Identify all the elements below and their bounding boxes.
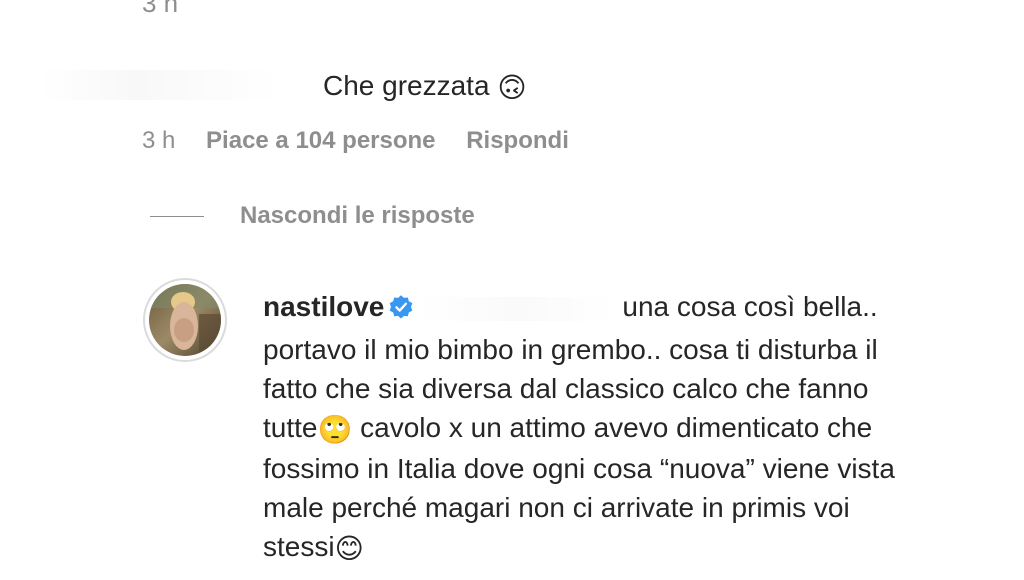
blurred-username xyxy=(40,70,280,100)
divider-line xyxy=(150,215,204,217)
blurred-mention xyxy=(420,296,617,321)
reply-line-6: male perché magari non ci arrivate in pr… xyxy=(263,492,850,524)
avatar-image xyxy=(149,284,221,356)
reply-button[interactable]: Rispondi xyxy=(466,127,569,154)
reply-text-4a: tutte xyxy=(263,412,318,443)
comment-time: 3 h xyxy=(142,127,176,154)
reply-line-3: fatto che sia diversa dal classico calco… xyxy=(263,373,869,404)
reply-line-5: fossimo in Italia dove ogni cosa “nuova”… xyxy=(263,453,895,485)
reply-username[interactable]: nastilove xyxy=(263,291,384,322)
hide-replies-button[interactable]: Nascondi le risposte xyxy=(150,202,475,230)
reply-text-4b: cavolo x un attimo avevo dimenticato che xyxy=(360,412,873,443)
smiling-face-emoji: 😊 xyxy=(334,532,364,566)
upside-down-face-emoji: 🙃 xyxy=(497,71,527,105)
reply-text-7: stessi xyxy=(263,531,335,563)
comment-meta: 3 h Piace a 104 persone Rispondi xyxy=(142,127,593,155)
reply-line-1: nastilove una cosa così bella.. xyxy=(263,287,1003,330)
parent-comment-text: Che grezzata xyxy=(323,70,490,101)
hide-replies-label: Nascondi le risposte xyxy=(240,202,475,229)
partial-timestamp: 3 h xyxy=(142,0,179,18)
verified-badge-icon xyxy=(388,291,414,330)
reply-text-1: una cosa così bella.. xyxy=(622,291,878,322)
likes-count-link[interactable]: Piace a 104 persone xyxy=(206,127,435,154)
reply-line-4: tutte🙄 cavolo x un attimo avevo dimentic… xyxy=(263,408,1003,449)
reply-comment: nastilove una cosa così bella.. portavo i… xyxy=(263,287,1003,568)
reply-line-2: portavo il mio bimbo in grembo.. cosa ti… xyxy=(263,334,878,365)
eye-roll-emoji: 🙄 xyxy=(317,413,353,447)
parent-comment: Che grezzata 🙃 xyxy=(323,70,527,104)
avatar[interactable] xyxy=(143,278,227,362)
reply-line-7: stessi😊 xyxy=(263,527,1003,568)
